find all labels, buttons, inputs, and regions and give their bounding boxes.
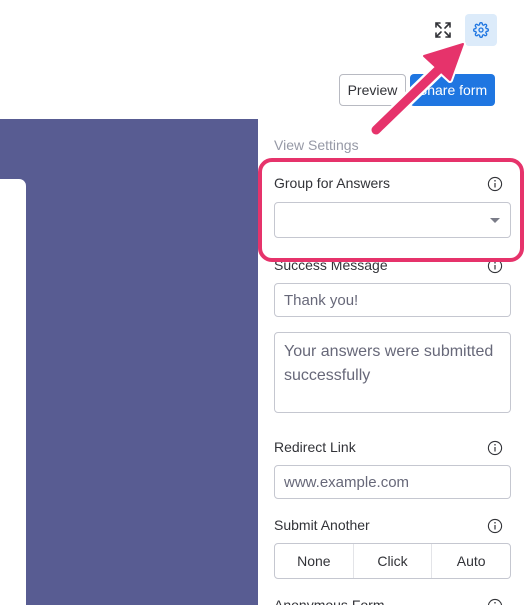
submit-another-label: Submit Another [274,517,370,533]
info-icon[interactable] [487,598,503,605]
preview-button[interactable]: Preview [339,74,406,106]
view-settings-title: View Settings [274,137,359,153]
form-preview-card [0,179,26,605]
info-icon[interactable] [487,518,503,534]
highlight-annotation [258,158,524,262]
redirect-link-label: Redirect Link [274,439,356,455]
share-form-button[interactable]: Share form [410,74,495,106]
form-canvas [0,119,258,605]
redirect-link-input[interactable]: www.example.com [274,465,511,499]
submit-another-click[interactable]: Click [352,544,432,578]
gear-icon [473,22,489,38]
anonymous-form-label: Anonymous Form [274,597,385,605]
info-icon[interactable] [487,440,503,456]
success-body-textarea[interactable]: Your answers were submitted successfully [274,332,511,413]
expand-icon[interactable] [430,17,456,43]
form-builder-page: Preview Share form View Settings Group f… [0,0,526,605]
success-title-input[interactable]: Thank you! [274,283,511,317]
success-title-value: Thank you! [284,291,359,309]
submit-another-auto[interactable]: Auto [431,544,510,578]
submit-another-none[interactable]: None [275,544,353,578]
redirect-link-placeholder: www.example.com [284,473,410,491]
settings-button[interactable] [465,14,497,46]
submit-another-toggle: None Click Auto [274,543,511,579]
